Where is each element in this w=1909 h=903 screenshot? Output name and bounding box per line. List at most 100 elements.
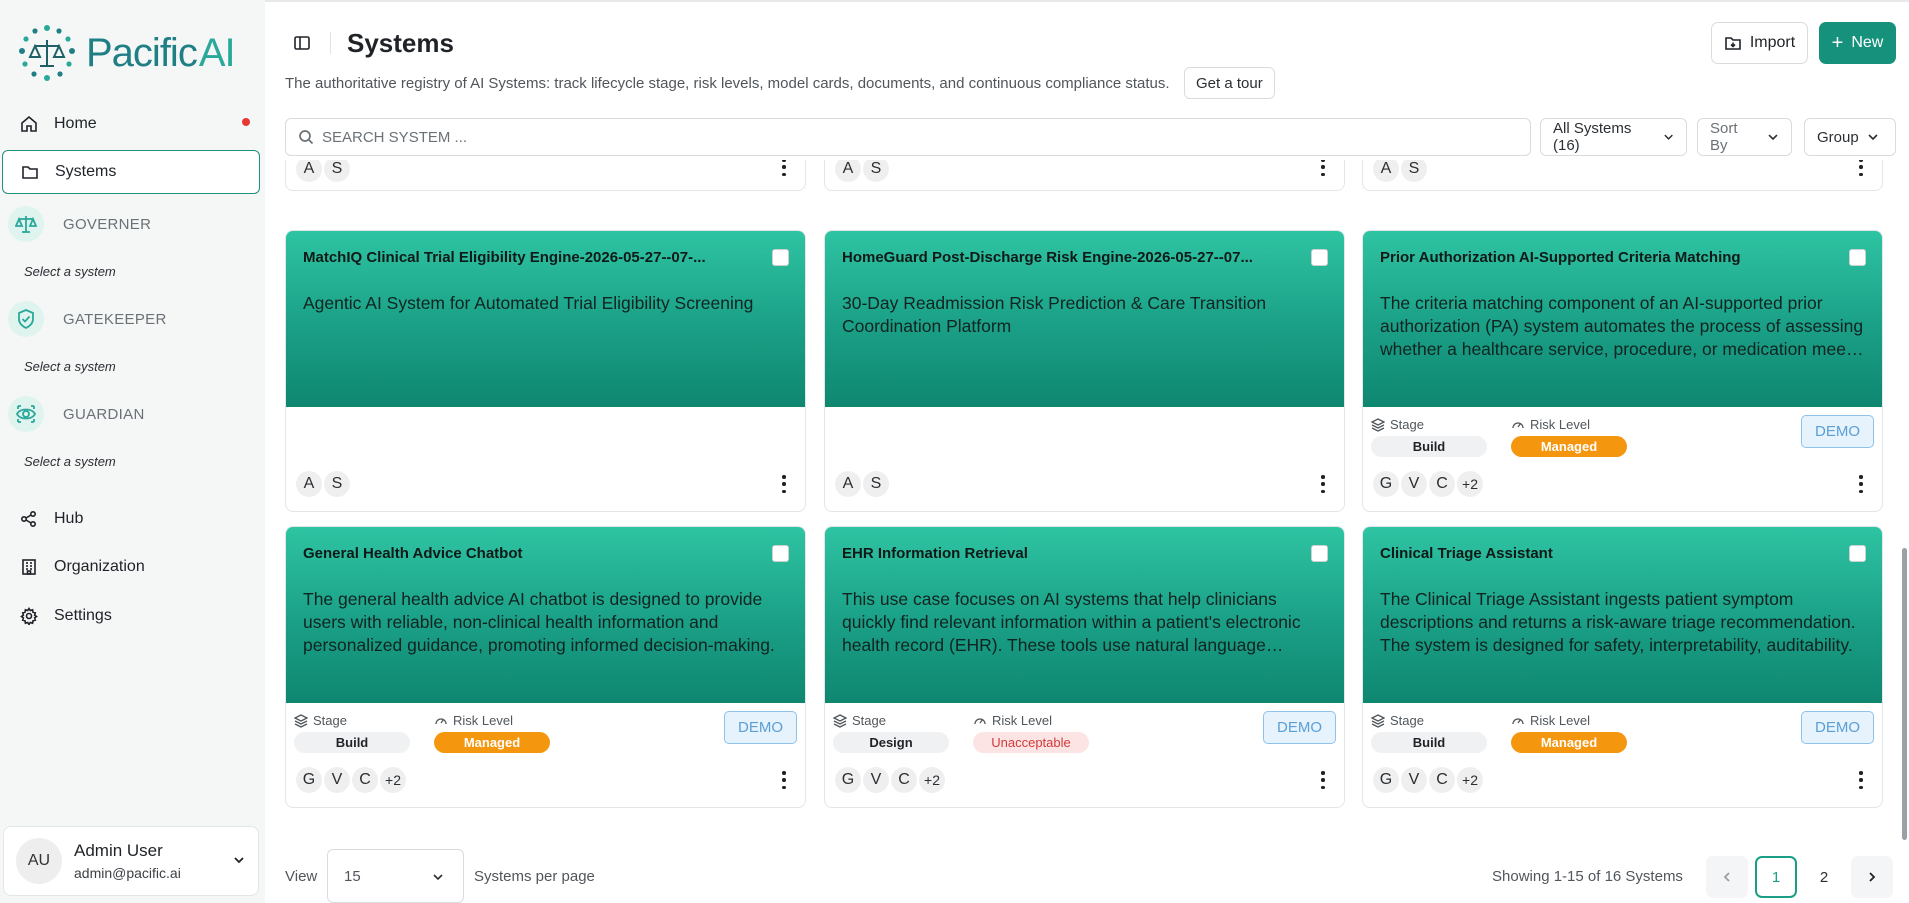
module-guardian[interactable]: GUARDIAN xyxy=(8,396,258,432)
person-chip: G xyxy=(835,767,861,793)
share-nodes-icon xyxy=(20,510,38,528)
page-2-button[interactable]: 2 xyxy=(1803,856,1845,898)
card-select-checkbox[interactable] xyxy=(772,249,789,266)
module-label: GUARDIAN xyxy=(63,405,145,423)
scale-icon xyxy=(8,206,44,242)
chevron-right-icon xyxy=(1869,872,1876,882)
demo-badge: DEMO xyxy=(724,711,797,744)
chevron-left-icon xyxy=(1723,872,1730,882)
card-title: MatchIQ Clinical Trial Eligibility Engin… xyxy=(303,249,706,266)
card-select-checkbox[interactable] xyxy=(772,545,789,562)
chevron-down-icon xyxy=(1868,134,1878,141)
user-menu[interactable]: AU Admin User admin@pacific.ai xyxy=(3,826,259,896)
module-label: GATEKEEPER xyxy=(63,310,167,328)
more-options-icon[interactable] xyxy=(1320,160,1326,176)
more-options-icon[interactable] xyxy=(1858,475,1864,493)
module-system-selector[interactable]: Select a system xyxy=(24,454,116,469)
system-card[interactable]: Prior Authorization AI-Supported Criteri… xyxy=(1362,230,1883,512)
card-select-checkbox[interactable] xyxy=(1311,545,1328,562)
more-options-icon[interactable] xyxy=(1320,771,1326,789)
sidebar-item-label: Systems xyxy=(55,163,117,180)
person-chip: V xyxy=(1401,471,1427,497)
page-title: Systems xyxy=(347,28,454,58)
card-title: HomeGuard Post-Discharge Risk Engine-202… xyxy=(842,249,1253,266)
module-label: GOVERNER xyxy=(63,215,152,233)
more-options-icon[interactable] xyxy=(781,160,787,176)
module-governer[interactable]: GOVERNER xyxy=(8,206,258,242)
brand-logo[interactable]: PacificAI xyxy=(18,24,236,82)
risk-label: Risk Level xyxy=(973,713,1089,728)
per-page-select[interactable]: 15 xyxy=(327,849,464,903)
card-header: MatchIQ Clinical Trial Eligibility Engin… xyxy=(286,231,805,407)
person-chip: G xyxy=(1373,767,1399,793)
card-select-checkbox[interactable] xyxy=(1311,249,1328,266)
search-input[interactable] xyxy=(322,128,1530,146)
card-title: General Health Advice Chatbot xyxy=(303,545,523,562)
sidebar-item-home[interactable]: Home xyxy=(2,102,260,146)
risk-section: Risk Level Managed xyxy=(434,713,550,753)
sidebar-item-label: Home xyxy=(54,115,97,132)
risk-badge: Managed xyxy=(434,732,550,753)
prev-page-button[interactable] xyxy=(1706,856,1748,898)
card-title: EHR Information Retrieval xyxy=(842,545,1028,562)
card-select-checkbox[interactable] xyxy=(1849,249,1866,266)
card-body: Stage Build Risk Level Managed DEMO G V … xyxy=(286,703,805,807)
more-people-chip: +2 xyxy=(1457,471,1483,497)
sidebar-item-settings[interactable]: Settings xyxy=(2,594,260,638)
sidebar-item-systems[interactable]: Systems xyxy=(2,150,260,194)
stage-label: Stage xyxy=(833,713,949,728)
scrollbar-thumb[interactable] xyxy=(1902,548,1907,840)
sidebar-item-organization[interactable]: Organization xyxy=(2,545,260,589)
card-title: Prior Authorization AI-Supported Criteri… xyxy=(1380,249,1741,266)
card-body: Stage Build Risk Level Managed DEMO G V … xyxy=(1363,703,1882,807)
more-options-icon[interactable] xyxy=(1858,771,1864,789)
sort-by-dropdown[interactable]: Sort By xyxy=(1697,118,1792,156)
system-card[interactable]: General Health Advice Chatbot The genera… xyxy=(285,526,806,808)
card-header: General Health Advice Chatbot The genera… xyxy=(286,527,805,703)
more-options-icon[interactable] xyxy=(1320,475,1326,493)
import-button[interactable]: Import xyxy=(1711,22,1808,64)
system-card[interactable]: MatchIQ Clinical Trial Eligibility Engin… xyxy=(285,230,806,512)
new-system-button[interactable]: + New xyxy=(1819,22,1896,64)
view-label: View xyxy=(285,868,318,885)
systems-filter-dropdown[interactable]: All Systems (16) xyxy=(1540,118,1687,156)
showing-count: Showing 1-15 of 16 Systems xyxy=(1492,868,1683,885)
new-label: New xyxy=(1851,34,1884,51)
system-card-partial[interactable]: A S xyxy=(285,160,806,191)
layers-icon xyxy=(1371,417,1385,432)
module-system-selector[interactable]: Select a system xyxy=(24,264,116,279)
system-card-partial[interactable]: A S xyxy=(1362,160,1883,191)
people-list: A S xyxy=(835,160,891,182)
risk-badge: Managed xyxy=(1511,436,1627,457)
more-options-icon[interactable] xyxy=(1858,160,1864,176)
sidebar-toggle-icon[interactable] xyxy=(293,34,311,52)
system-card-partial[interactable]: A S xyxy=(824,160,1345,191)
system-card[interactable]: EHR Information Retrieval This use case … xyxy=(824,526,1345,808)
sidebar-item-hub[interactable]: Hub xyxy=(2,497,260,541)
sidebar: PacificAI Home Systems GOVERNER Select a… xyxy=(0,0,265,903)
search-bar[interactable] xyxy=(285,118,1531,156)
page-1-button[interactable]: 1 xyxy=(1755,856,1797,898)
get-tour-button[interactable]: Get a tour xyxy=(1184,67,1275,99)
plus-icon: + xyxy=(1831,32,1844,54)
group-dropdown[interactable]: Group xyxy=(1804,118,1896,156)
group-value: Group xyxy=(1817,128,1859,146)
risk-section: Risk Level Unacceptable xyxy=(973,713,1089,753)
stage-badge: Build xyxy=(1371,732,1487,753)
module-system-selector[interactable]: Select a system xyxy=(24,359,116,374)
more-options-icon[interactable] xyxy=(781,475,787,493)
system-card[interactable]: HomeGuard Post-Discharge Risk Engine-202… xyxy=(824,230,1345,512)
more-options-icon[interactable] xyxy=(781,771,787,789)
module-gatekeeper[interactable]: GATEKEEPER xyxy=(8,301,258,337)
next-page-button[interactable] xyxy=(1851,856,1893,898)
person-chip: S xyxy=(324,471,350,497)
card-description: Agentic AI System for Automated Trial El… xyxy=(303,293,754,313)
system-card[interactable]: Clinical Triage Assistant The Clinical T… xyxy=(1362,526,1883,808)
people-list: G V C +2 xyxy=(1373,471,1485,497)
chevron-down-icon xyxy=(234,857,244,864)
user-name: Admin User xyxy=(74,841,163,860)
more-people-chip: +2 xyxy=(380,767,406,793)
person-chip: A xyxy=(835,160,861,182)
risk-section: Risk Level Managed xyxy=(1511,417,1627,457)
card-select-checkbox[interactable] xyxy=(1849,545,1866,562)
